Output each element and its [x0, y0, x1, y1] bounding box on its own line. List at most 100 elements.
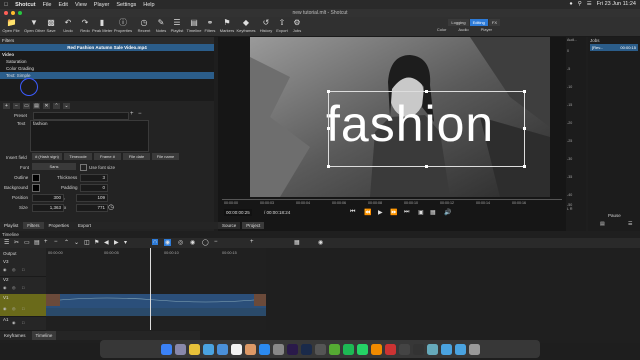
handle-tl[interactable]	[327, 90, 330, 93]
tab-source[interactable]: Source	[218, 222, 241, 229]
overwrite-icon[interactable]: ⌄	[74, 239, 79, 246]
menu-icon[interactable]: ☰	[628, 221, 632, 227]
lock-icon[interactable]: □	[22, 285, 24, 290]
text-selection-box[interactable]	[327, 90, 526, 168]
viewer-ruler[interactable]: 00:00:00 00:00:03 00:00:04 00:00:06 00:0…	[222, 199, 562, 208]
whatsapp-icon[interactable]	[356, 343, 368, 355]
keyframes-button[interactable]: ◆ Keyframes	[236, 18, 256, 34]
mute-icon[interactable]: ◉	[12, 320, 16, 325]
trash-icon[interactable]	[468, 343, 480, 355]
layout-editing[interactable]: Editing	[469, 19, 488, 26]
open-file-button[interactable]: 📁 Open File	[1, 18, 21, 34]
insert-hash-button[interactable]: # (Hash sign)	[32, 153, 62, 160]
handle-tr[interactable]	[523, 90, 526, 93]
marker-list-icon[interactable]: ▾	[124, 239, 127, 246]
layout-audio[interactable]: Audio	[458, 27, 468, 32]
davinci-icon[interactable]	[314, 343, 326, 355]
premiere-icon[interactable]	[286, 343, 298, 355]
move-up-button[interactable]: ⌃	[53, 103, 60, 109]
menu-file[interactable]: File	[43, 2, 52, 8]
paste-filter-button[interactable]: ▤	[33, 103, 40, 109]
menu-view[interactable]: View	[75, 2, 87, 8]
shotcut-icon[interactable]	[412, 343, 424, 355]
text-input[interactable]: fashion	[30, 120, 149, 152]
insert-file-name-button[interactable]: File name	[152, 153, 179, 160]
next-marker-icon[interactable]: ▶	[114, 239, 119, 246]
toggle-zoom-icon[interactable]: ▣	[418, 209, 424, 216]
snap-icon[interactable]: ∩	[152, 239, 159, 245]
app-store-icon[interactable]	[258, 343, 270, 355]
layout-player[interactable]: Player	[481, 27, 492, 32]
remove-preset-button[interactable]: −	[138, 111, 142, 117]
lightroom-icon[interactable]	[300, 343, 312, 355]
mute-icon[interactable]: ◉	[3, 285, 7, 290]
hide-icon[interactable]: ◎	[12, 267, 16, 272]
preset-select[interactable]	[33, 112, 129, 120]
insert-frame-button[interactable]: Frame #	[94, 153, 121, 160]
track-v1[interactable]: V1 ◉ ◎ □	[0, 294, 46, 317]
handle-ml[interactable]	[327, 127, 330, 130]
settings-icon[interactable]	[272, 343, 284, 355]
tab-timeline[interactable]: Timeline	[31, 331, 57, 340]
insert-file-date-button[interactable]: File date	[123, 153, 150, 160]
lift-icon[interactable]: ⌃	[64, 239, 69, 246]
wifi-icon[interactable]: ●	[569, 1, 572, 7]
keyframe-icon[interactable]: ◷	[108, 203, 114, 211]
hide-icon[interactable]: ◎	[12, 285, 16, 290]
handle-bm[interactable]	[425, 165, 428, 168]
copy-filter-button[interactable]: ▭	[23, 103, 30, 109]
zoom-out-icon[interactable]: −	[214, 239, 218, 245]
preview-icon[interactable]	[426, 343, 438, 355]
insert-timecode-button[interactable]: Timecode	[64, 153, 92, 160]
add-filter-button[interactable]: +	[3, 103, 10, 109]
deselect-filter-button[interactable]: ✕	[43, 103, 50, 109]
record-audio-icon[interactable]: ◉	[318, 239, 323, 246]
lock-icon[interactable]: □	[22, 320, 24, 325]
tab-filters[interactable]: Filters	[23, 222, 44, 229]
filter-item-saturation[interactable]: Saturation	[0, 58, 214, 65]
filter-item-color-grading[interactable]: Color Grading	[0, 65, 214, 72]
timeline-tracks[interactable]: 00:00:00 00:00:05 00:00:10 00:00:15	[46, 248, 266, 330]
handle-tm[interactable]	[425, 90, 428, 93]
background-color-swatch[interactable]	[32, 184, 40, 192]
menu-edit[interactable]: Edit	[58, 2, 67, 8]
append-icon[interactable]: +	[44, 239, 48, 245]
tab-playlist[interactable]: Playlist	[0, 222, 22, 229]
tab-properties[interactable]: Properties	[45, 222, 74, 229]
layout-fx[interactable]: FX	[488, 19, 500, 26]
lock-icon[interactable]: □	[22, 306, 24, 311]
tab-keyframes[interactable]: Keyframes	[0, 331, 30, 340]
menu-player[interactable]: Player	[94, 2, 110, 8]
timeline-playhead[interactable]	[150, 248, 151, 330]
photos-icon[interactable]	[244, 343, 256, 355]
split-icon[interactable]: ◫	[84, 239, 90, 246]
mute-icon[interactable]: ◉	[3, 267, 7, 272]
layout-logging[interactable]: Logging	[448, 19, 469, 26]
app-icon[interactable]	[398, 343, 410, 355]
padding-input[interactable]: 0	[80, 184, 108, 192]
grid-icon[interactable]: ▦	[430, 209, 436, 216]
timeline-menu-icon[interactable]: ☰	[4, 239, 9, 246]
outline-color-swatch[interactable]	[32, 174, 40, 182]
mute-icon[interactable]: ◉	[3, 306, 7, 311]
current-timecode[interactable]: 00:00:00:25	[224, 209, 252, 216]
control-center-icon[interactable]: ☰	[587, 1, 592, 7]
scrub-icon[interactable]: ◉	[164, 239, 172, 246]
track-v2[interactable]: V2 ◉ ◎ □	[0, 276, 46, 295]
skip-previous-icon[interactable]: ⏮	[350, 209, 355, 216]
size-h-input[interactable]: 771	[76, 204, 108, 212]
ripple-all-icon[interactable]: ◉	[190, 239, 195, 246]
position-y-input[interactable]: 109	[76, 194, 108, 202]
calendar-icon[interactable]	[230, 343, 242, 355]
menu-settings[interactable]: Settings	[116, 2, 136, 8]
remove-icon[interactable]: −	[54, 239, 58, 245]
spotify-icon[interactable]	[342, 343, 354, 355]
menu-help[interactable]: Help	[143, 2, 154, 8]
app-icon[interactable]	[384, 343, 396, 355]
zoom-window-button[interactable]	[18, 11, 22, 15]
clean-icon[interactable]: ▤	[600, 221, 605, 227]
folder-icon[interactable]	[440, 343, 452, 355]
volume-icon[interactable]: 🔊	[444, 209, 451, 216]
use-font-size-checkbox[interactable]	[80, 164, 87, 171]
remove-filter-button[interactable]: −	[13, 103, 20, 109]
